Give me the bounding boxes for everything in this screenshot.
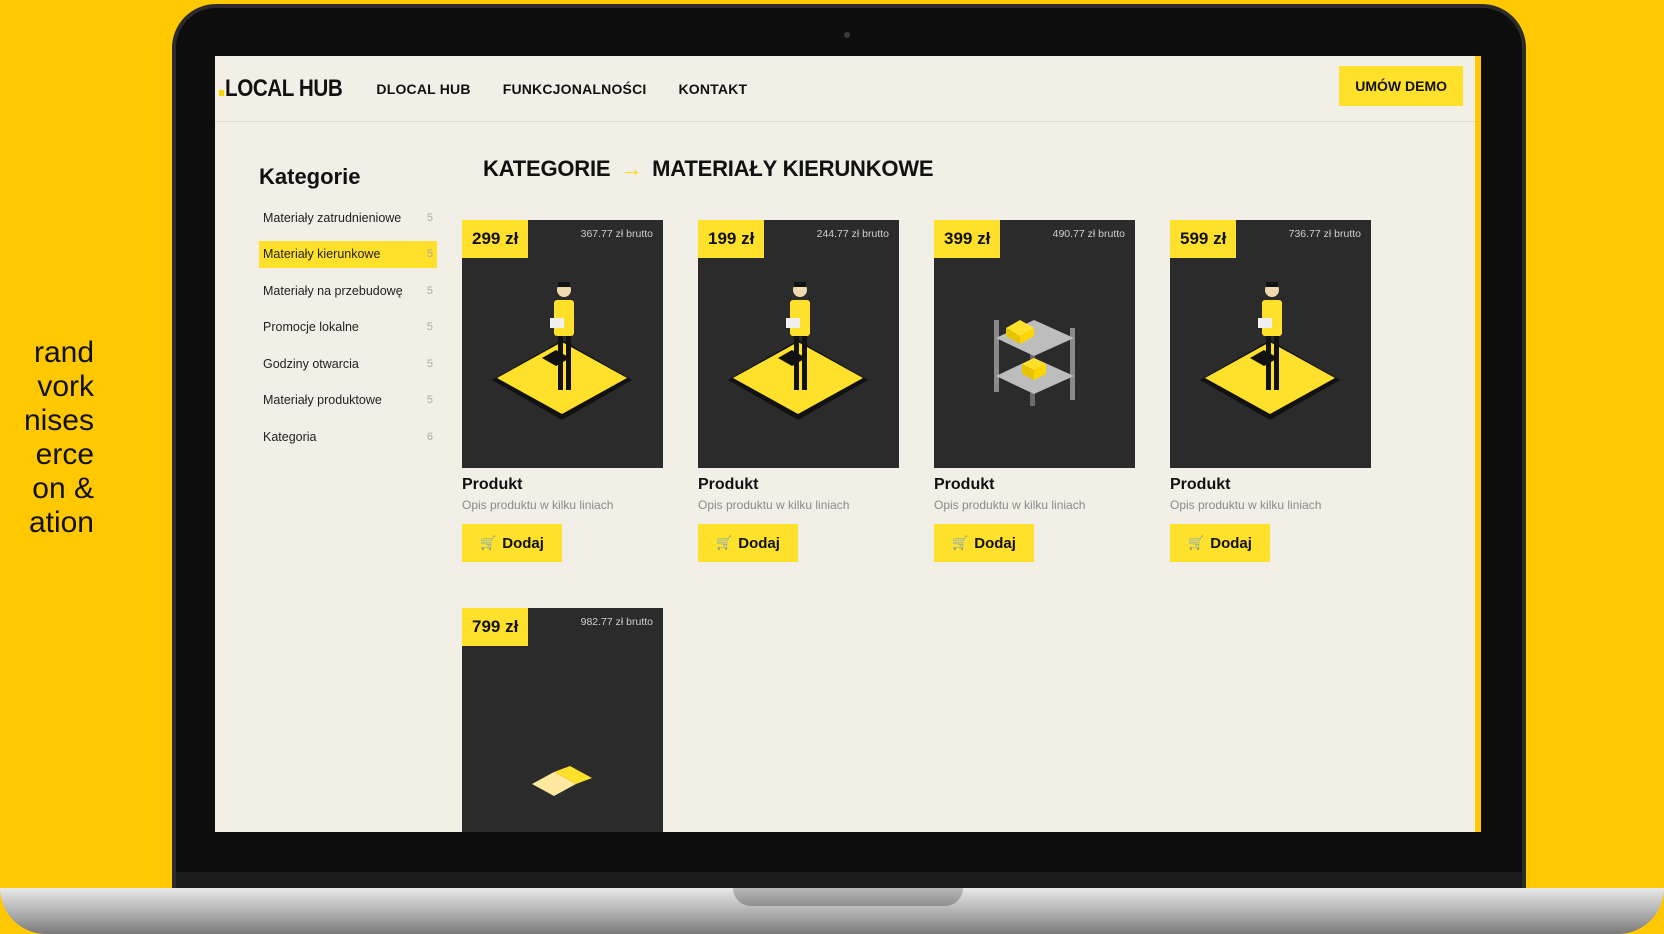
add-label: Dodaj [738, 534, 780, 552]
category-label: Promocje lokalne [263, 320, 359, 335]
marketing-line: ation [28, 506, 94, 539]
category-item[interactable]: Promocje lokalne 5 [259, 314, 437, 341]
shopping-cart-icon: 🛒 [716, 535, 733, 550]
category-label: Materiały kierunkowe [263, 247, 381, 262]
nav-link-kontakt[interactable]: KONTAKT [678, 81, 747, 97]
gross-price: 367.77 zł brutto [580, 228, 653, 240]
add-label: Dodaj [974, 534, 1016, 552]
category-list: Materiały zatrudnieniowe 5 Materiały kie… [259, 204, 437, 460]
product-card: 799 zł 982.77 zł brutto [462, 608, 663, 832]
gross-price: 490.77 zł brutto [1052, 228, 1125, 240]
price-badge: 199 zł [698, 220, 765, 258]
laptop-screen: LOCAL HUB DLOCAL HUB FUNKCJONALNOŚCI KON… [215, 56, 1481, 832]
category-item[interactable]: Kategoria 6 [259, 424, 437, 451]
breadcrumb: KATEGORIE → MATERIAŁY KIERUNKOWE [483, 156, 934, 182]
category-count: 6 [426, 431, 433, 444]
nav-link-funkcjonalnosci[interactable]: FUNKCJONALNOŚCI [503, 81, 647, 97]
marketing-line: on & [32, 472, 94, 505]
product-description: Opis produktu w kilku liniach [462, 498, 614, 512]
product-name[interactable]: Produkt [934, 476, 1135, 494]
product-description: Opis produktu w kilku liniach [1170, 498, 1322, 512]
category-item[interactable]: Materiały produktowe 5 [259, 387, 437, 414]
marketing-line: rand [33, 336, 94, 369]
product-card: 299 zł 367.77 zł brutto Produkt Opis pro… [462, 220, 663, 562]
shopping-cart-icon: 🛒 [952, 535, 969, 550]
product-name[interactable]: Produkt [1170, 476, 1371, 494]
category-label: Materiały zatrudnieniowe [263, 210, 402, 225]
category-count: 5 [426, 284, 433, 297]
add-to-cart-button[interactable]: 🛒 Dodaj [698, 524, 798, 562]
price-badge: 299 zł [462, 220, 529, 258]
product-name[interactable]: Produkt [698, 476, 899, 494]
product-image[interactable]: 299 zł 367.77 zł brutto [462, 220, 663, 468]
category-item[interactable]: Godziny otwarcia 5 [259, 350, 437, 377]
arrow-right-icon: → [620, 156, 643, 181]
site-header: LOCAL HUB DLOCAL HUB FUNKCJONALNOŚCI KON… [215, 56, 1475, 122]
price-badge: 799 zł [462, 608, 529, 646]
product-image[interactable]: 799 zł 982.77 zł brutto [462, 608, 663, 832]
marketing-line: nises [23, 404, 94, 437]
book-demo-button[interactable]: UMÓW DEMO [1339, 66, 1463, 106]
price-badge: 399 zł [934, 220, 1001, 258]
category-item[interactable]: Materiały zatrudnieniowe 5 [259, 204, 437, 231]
category-count: 5 [426, 248, 433, 261]
gross-price: 244.77 zł brutto [816, 228, 889, 240]
marketing-line: erce [35, 438, 94, 471]
product-card: 599 zł 736.77 zł brutto Produkt Opis pro… [1170, 220, 1371, 562]
category-count: 5 [426, 394, 433, 407]
site-logo[interactable]: LOCAL HUB [219, 74, 343, 103]
add-to-cart-button[interactable]: 🛒 Dodaj [934, 524, 1034, 562]
logo-text: LOCAL HUB [225, 74, 343, 102]
product-image[interactable]: 599 zł 736.77 zł brutto [1170, 220, 1371, 468]
product-image[interactable]: 399 zł 490.77 zł brutto [934, 220, 1135, 468]
camera-icon [844, 32, 850, 38]
category-label: Materiały produktowe [263, 393, 382, 408]
category-count: 5 [426, 321, 433, 334]
shopping-cart-icon: 🛒 [1188, 535, 1205, 550]
product-card: 399 zł 490.77 zł brutto Produkt Opis pro… [934, 220, 1135, 562]
product-name[interactable]: Produkt [462, 476, 663, 494]
add-to-cart-button[interactable]: 🛒 Dodaj [1170, 524, 1270, 562]
add-to-cart-button[interactable]: 🛒 Dodaj [462, 524, 562, 562]
shopping-cart-icon: 🛒 [480, 535, 497, 550]
gross-price: 982.77 zł brutto [580, 616, 653, 628]
laptop-notch [733, 888, 963, 906]
sidebar-title: Kategorie [259, 164, 361, 189]
product-description: Opis produktu w kilku liniach [698, 498, 850, 512]
marketing-text: rand vork nises erce on & ation [0, 336, 94, 540]
category-label: Godziny otwarcia [263, 356, 359, 371]
category-label: Kategoria [263, 430, 317, 445]
category-item-active[interactable]: Materiały kierunkowe 5 [259, 240, 437, 268]
price-badge: 599 zł [1170, 220, 1237, 258]
gross-price: 736.77 zł brutto [1288, 228, 1361, 240]
breadcrumb-root[interactable]: KATEGORIE [483, 156, 611, 182]
logo-dot-icon [219, 89, 225, 96]
category-count: 5 [426, 357, 433, 370]
category-item[interactable]: Materiały na przebudowę 5 [259, 277, 437, 304]
category-label: Materiały na przebudowę [263, 283, 403, 298]
category-count: 5 [426, 211, 433, 224]
product-image[interactable]: 199 zł 244.77 zł brutto [698, 220, 899, 468]
main-nav: DLOCAL HUB FUNKCJONALNOŚCI KONTAKT [376, 81, 779, 97]
breadcrumb-current: MATERIAŁY KIERUNKOWE [652, 156, 934, 181]
nav-link-dlocal-hub[interactable]: DLOCAL HUB [376, 81, 470, 97]
marketing-line: vork [37, 370, 94, 403]
add-label: Dodaj [1210, 534, 1252, 552]
product-description: Opis produktu w kilku liniach [934, 498, 1086, 512]
product-card: 199 zł 244.77 zł brutto Produkt Opis pro… [698, 220, 899, 562]
add-label: Dodaj [502, 534, 544, 552]
